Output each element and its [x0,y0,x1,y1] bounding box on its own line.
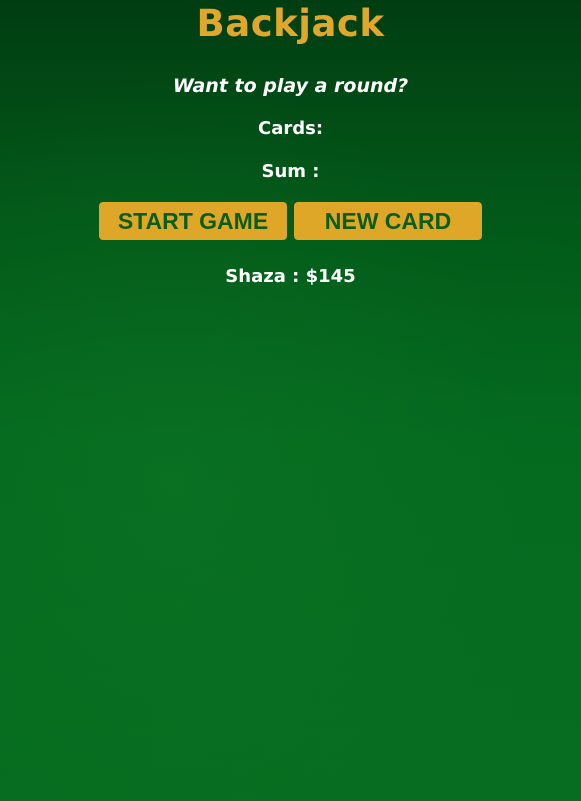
player-info: Shaza : $145 [225,266,356,287]
start-game-button[interactable]: START GAME [99,202,287,240]
cards-display: Cards: [0,117,581,141]
new-card-button[interactable]: NEW CARD [294,202,482,240]
message-text: Want to play a round? [172,75,409,97]
sum-label: Sum : [261,161,320,182]
button-group: START GAME NEW CARD [0,202,581,240]
sum-display: Sum : [0,160,581,184]
page-title: Backjack [196,2,385,45]
cards-label: Cards: [257,118,324,139]
game-container: Backjack Want to play a round? Cards: Su… [0,0,581,289]
